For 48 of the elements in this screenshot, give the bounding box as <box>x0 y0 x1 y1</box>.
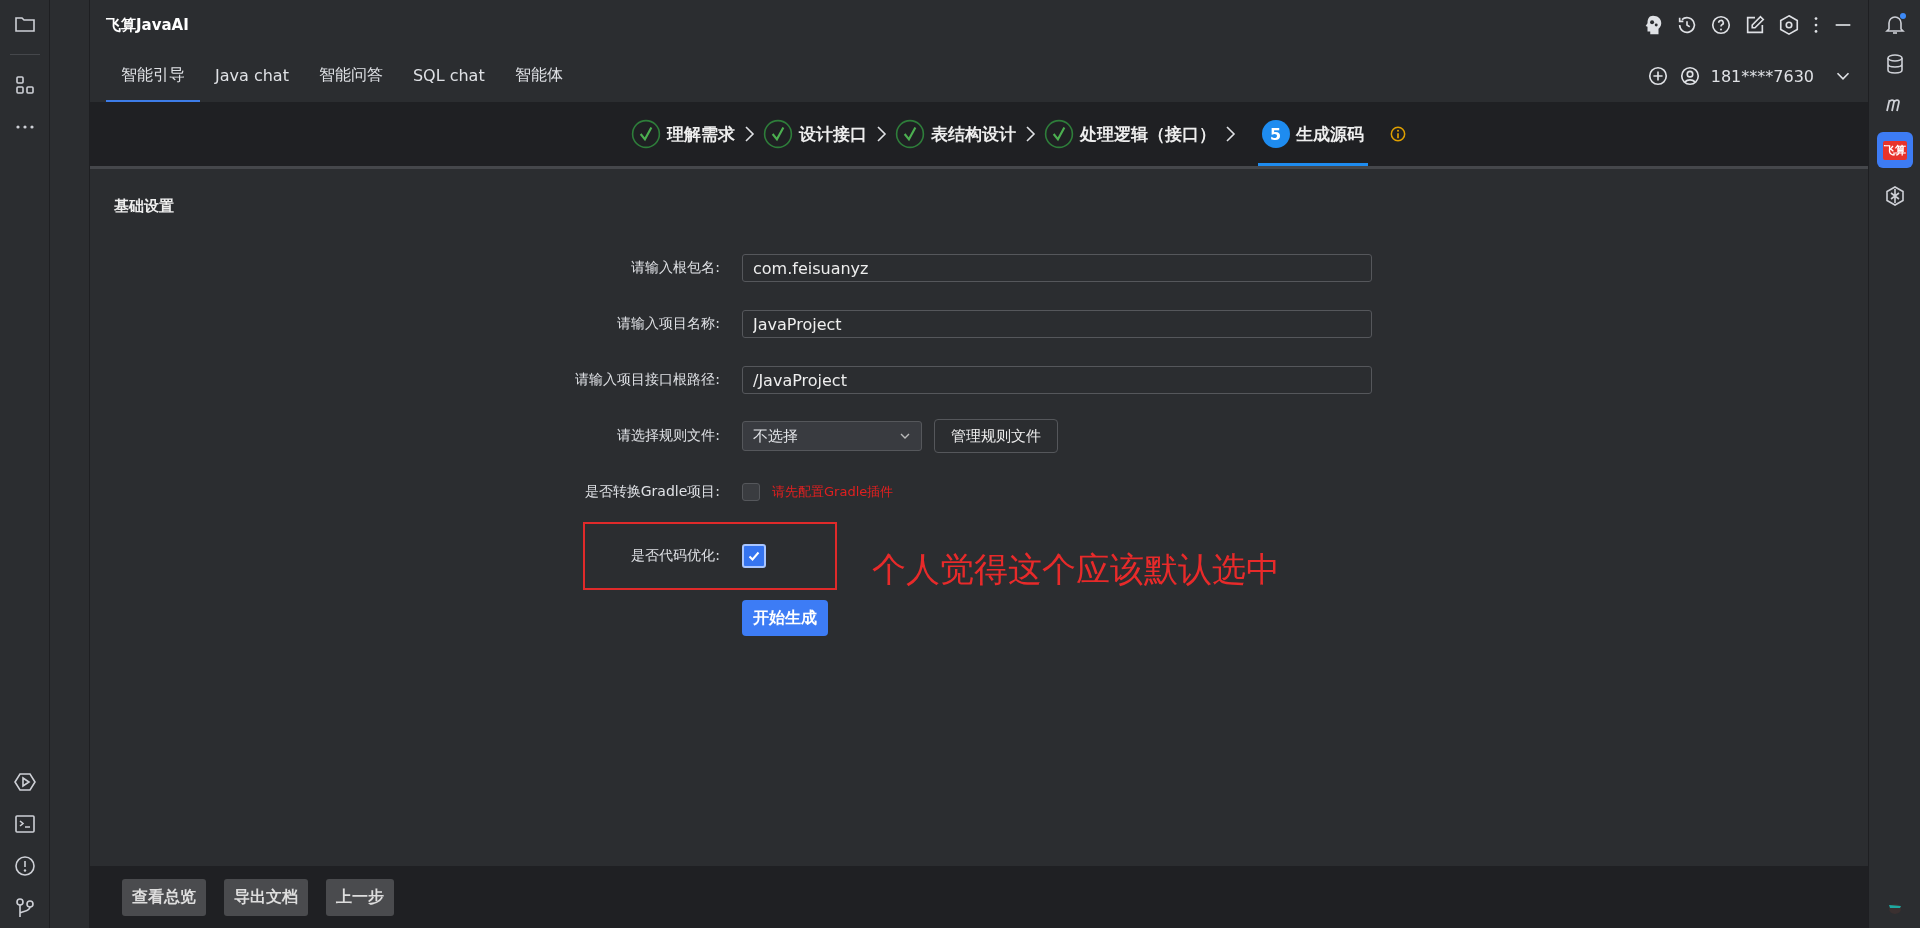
window-title: 飞算JavaAI <box>106 15 189 35</box>
footer-button[interactable]: 查看总览 <box>122 878 206 916</box>
input-field[interactable]: /JavaProject <box>742 366 1372 394</box>
history-icon[interactable] <box>1676 14 1698 36</box>
check-circle-icon <box>630 119 661 149</box>
step[interactable]: 设计接口 <box>762 102 867 166</box>
checkbox[interactable] <box>742 483 760 501</box>
edit-icon[interactable] <box>1744 14 1766 36</box>
tab[interactable]: Java chat <box>200 50 304 102</box>
step-number: 5 <box>1261 120 1290 148</box>
annotation-text: 个人觉得这个应该默认选中 <box>872 548 1280 591</box>
settings-icon[interactable] <box>1778 14 1800 36</box>
help-icon[interactable] <box>1710 14 1732 36</box>
tab[interactable]: SQL chat <box>397 50 500 102</box>
generate-button[interactable]: 开始生成 <box>742 600 828 636</box>
input-field[interactable]: com.feisuanyz <box>742 254 1372 282</box>
add-icon[interactable] <box>1646 65 1669 87</box>
step[interactable]: 5 生成源码 <box>1257 102 1368 166</box>
field-label: 请输入项目名称: <box>616 315 721 333</box>
footer-button[interactable]: 导出文档 <box>224 878 308 916</box>
problems-icon[interactable] <box>12 854 37 878</box>
warning-hint: 请先配置Gradle插件 <box>772 483 894 501</box>
step[interactable]: 理解需求 <box>630 102 735 166</box>
check-circle-icon <box>894 119 925 149</box>
field-label: 请输入根包名: <box>630 259 721 277</box>
notification-bell-icon[interactable] <box>1882 12 1907 36</box>
user-name: 181****7630 <box>1710 66 1814 86</box>
field-label: 是否转换Gradle项目: <box>583 483 721 501</box>
checkbox[interactable] <box>742 544 766 568</box>
terminal-icon[interactable] <box>12 812 37 836</box>
check-circle-icon <box>1043 119 1074 149</box>
manage-rules-button[interactable]: 管理规则文件 <box>934 419 1058 453</box>
field-label: 是否代码优化: <box>630 547 721 565</box>
more-vertical-icon[interactable] <box>1812 14 1820 36</box>
field-label: 请选择规则文件: <box>616 427 721 445</box>
rule-file-dropdown[interactable]: 不选择 <box>742 421 922 451</box>
tab[interactable]: 智能问答 <box>303 50 398 102</box>
field-label: 请输入项目接口根路径: <box>574 371 721 389</box>
run-icon[interactable] <box>12 770 37 794</box>
app-logo[interactable]: 飞算 <box>1876 132 1913 168</box>
step[interactable]: 表结构设计 <box>894 102 1016 166</box>
user-icon[interactable] <box>1678 65 1701 87</box>
section-title: 基础设置 <box>114 197 175 216</box>
input-field[interactable]: JavaProject <box>742 310 1372 338</box>
step[interactable]: 处理逻辑（接口） <box>1043 102 1216 166</box>
footer-button[interactable]: 上一步 <box>326 878 394 916</box>
tab[interactable]: 智能体 <box>499 50 578 102</box>
check-circle-icon <box>762 119 793 149</box>
